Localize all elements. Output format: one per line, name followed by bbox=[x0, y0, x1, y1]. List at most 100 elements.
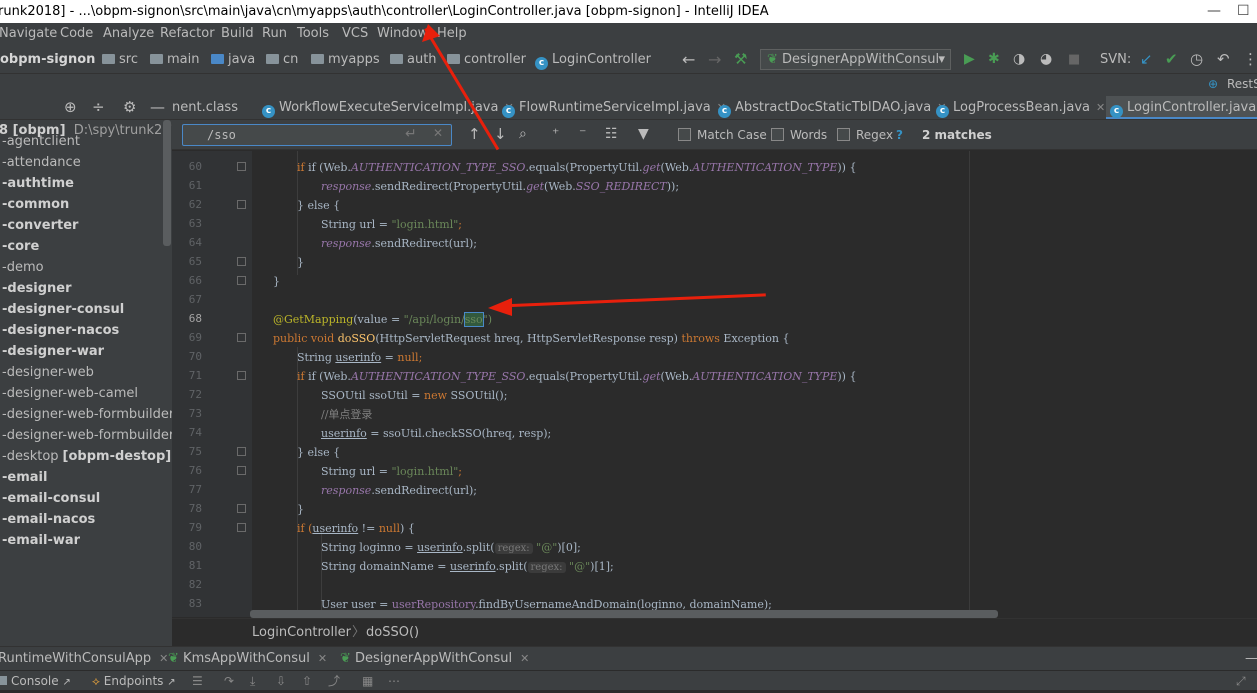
select-all-icon[interactable]: ☷ bbox=[605, 126, 618, 142]
debug-icon[interactable]: ✱ bbox=[988, 45, 1000, 74]
module-item[interactable]: -attendance bbox=[2, 155, 81, 170]
menu-lines-icon[interactable]: ☰ bbox=[192, 671, 203, 691]
tab-login-controller[interactable]: c LoginController.java bbox=[1106, 96, 1257, 119]
tab-log-process[interactable]: c LogProcessBean.java ✕ bbox=[932, 96, 1105, 119]
menu-build[interactable]: Build bbox=[221, 23, 254, 45]
scroll-down-icon[interactable]: ⤓ bbox=[250, 671, 255, 691]
revert-icon[interactable]: ↶ bbox=[1217, 45, 1230, 74]
clear-icon[interactable]: ✕ bbox=[433, 126, 443, 140]
fold-icon[interactable] bbox=[237, 257, 246, 266]
module-item[interactable]: -email-consul bbox=[2, 491, 100, 506]
expand-icon[interactable]: ⤢ bbox=[1236, 671, 1246, 691]
upload-icon[interactable]: ⇧ bbox=[302, 671, 312, 691]
gear-icon[interactable]: ⚙ bbox=[123, 98, 136, 116]
nav-crumb-file[interactable]: c LoginController bbox=[535, 45, 651, 74]
tab-nent-class[interactable]: nent.class bbox=[172, 96, 256, 119]
fold-icon[interactable] bbox=[237, 447, 246, 456]
minimize-panel-icon[interactable]: — bbox=[1245, 647, 1257, 671]
settings-icon[interactable]: ⋯ bbox=[388, 671, 400, 691]
tab-abstract-doc[interactable]: cAbstractDocStaticTblDAO.java✕ bbox=[714, 96, 946, 119]
module-item[interactable]: -demo bbox=[2, 260, 44, 275]
nav-crumb-myapps[interactable]: myapps bbox=[311, 45, 380, 74]
module-item[interactable]: -converter bbox=[2, 218, 78, 233]
breadcrumb-class[interactable]: LoginController bbox=[252, 619, 351, 647]
nav-crumb-cn[interactable]: cn bbox=[266, 45, 298, 74]
module-item[interactable]: -designer-web bbox=[2, 365, 94, 380]
module-item[interactable]: -designer-web-formbuilder2 bbox=[2, 428, 172, 443]
svn-commit-icon[interactable]: ✔ bbox=[1165, 45, 1178, 74]
menu-refactor[interactable]: Refactor bbox=[160, 23, 215, 45]
build-hammer-icon[interactable]: ⚒ bbox=[734, 45, 747, 74]
sidebar-scrollbar[interactable] bbox=[163, 120, 171, 246]
table-icon[interactable]: ▦ bbox=[362, 671, 373, 691]
fold-icon[interactable] bbox=[237, 504, 246, 513]
match-case-checkbox[interactable] bbox=[678, 128, 691, 141]
regex-help-link[interactable]: ? bbox=[896, 128, 903, 142]
soft-wrap-icon[interactable]: ⤴ bbox=[328, 671, 340, 691]
coverage-icon[interactable]: ◑ bbox=[1013, 45, 1025, 74]
back-arrow-icon[interactable]: ← bbox=[682, 45, 695, 74]
fold-icon[interactable] bbox=[237, 466, 246, 475]
menu-tools[interactable]: Tools bbox=[297, 23, 329, 45]
module-item[interactable]: -core bbox=[2, 239, 39, 254]
menu-code[interactable]: Code bbox=[60, 23, 93, 45]
nav-crumb-controller[interactable]: controller bbox=[447, 45, 526, 74]
svn-update-icon[interactable]: ↙ bbox=[1140, 45, 1153, 74]
menu-navigate[interactable]: Navigate bbox=[0, 23, 57, 45]
filter-icon[interactable]: ▼ bbox=[638, 126, 649, 142]
module-item[interactable]: -agentclient bbox=[2, 134, 80, 149]
menu-run[interactable]: Run bbox=[262, 23, 287, 45]
collapse-icon[interactable]: ÷ bbox=[92, 98, 105, 116]
forward-arrow-icon[interactable]: → bbox=[708, 45, 721, 74]
module-item[interactable]: -designer-web-formbuilder bbox=[2, 407, 172, 422]
run-tab-runtime[interactable]: RuntimeWithConsulApp ✕ bbox=[0, 647, 168, 671]
add-selection-icon[interactable]: ⁺ bbox=[552, 126, 559, 142]
module-item[interactable]: -designer-war bbox=[2, 344, 104, 359]
maximize-icon[interactable]: ☐ bbox=[1237, 0, 1250, 23]
module-item[interactable]: -common bbox=[2, 197, 69, 212]
more-icon[interactable]: ⋮ bbox=[1243, 45, 1257, 74]
fold-icon[interactable] bbox=[237, 371, 246, 380]
words-label[interactable]: Words bbox=[790, 128, 827, 142]
nav-project[interactable]: obpm-signon bbox=[0, 45, 95, 74]
history-icon[interactable]: ◷ bbox=[1190, 45, 1203, 74]
find-all-icon[interactable]: ⌕ bbox=[519, 126, 527, 142]
fold-icon[interactable] bbox=[237, 523, 246, 532]
rest-services-icon[interactable]: ⊕ bbox=[1208, 77, 1218, 91]
run-tab-designer[interactable]: ❦ DesignerAppWithConsul ✕ bbox=[340, 647, 529, 671]
module-item[interactable]: -email-war bbox=[2, 533, 80, 548]
breadcrumb-method[interactable]: doSSO() bbox=[366, 619, 419, 647]
stop-icon[interactable]: ■ bbox=[1068, 45, 1080, 74]
nav-crumb-java[interactable]: java bbox=[211, 45, 255, 74]
module-item[interactable]: -designer-web-camel bbox=[2, 386, 138, 401]
words-checkbox[interactable] bbox=[771, 128, 784, 141]
fold-icon[interactable] bbox=[237, 276, 246, 285]
locate-icon[interactable]: ⊕ bbox=[64, 98, 77, 116]
restart-icon[interactable]: ↷ bbox=[224, 671, 234, 691]
close-icon[interactable]: ✕ bbox=[1096, 101, 1105, 114]
download-icon[interactable]: ⇩ bbox=[276, 671, 286, 691]
tab-flow-runtime[interactable]: cFlowRuntimeServiceImpl.java✕ bbox=[498, 96, 726, 119]
nav-crumb-src[interactable]: src bbox=[102, 45, 138, 74]
profile-icon[interactable]: ◕ bbox=[1040, 45, 1052, 74]
module-item[interactable]: -email-nacos bbox=[2, 512, 95, 527]
minimize-icon[interactable]: — bbox=[1207, 0, 1221, 23]
nav-crumb-main[interactable]: main bbox=[150, 45, 199, 74]
module-item[interactable]: -designer bbox=[2, 281, 72, 296]
fold-icon[interactable] bbox=[237, 333, 246, 342]
module-item[interactable]: -authtime bbox=[2, 176, 74, 191]
remove-selection-icon[interactable]: ⁻ bbox=[579, 126, 586, 142]
match-case-label[interactable]: Match Case bbox=[697, 128, 767, 142]
rest-services-tab[interactable]: RestSe bbox=[1227, 77, 1257, 91]
fold-icon[interactable] bbox=[237, 162, 246, 171]
next-match-icon[interactable]: ↓ bbox=[494, 125, 507, 143]
menu-analyze[interactable]: Analyze bbox=[103, 23, 154, 45]
run-config-select[interactable]: ❦ DesignerAppWithConsul ▾ bbox=[760, 49, 951, 70]
hide-icon[interactable]: — bbox=[150, 98, 165, 116]
module-item[interactable]: -designer-nacos bbox=[2, 323, 119, 338]
tab-workflow-execute[interactable]: cWorkflowExecuteServiceImpl.java✕ bbox=[258, 96, 514, 119]
run-icon[interactable]: ▶ bbox=[964, 45, 975, 74]
module-item[interactable]: -email bbox=[2, 470, 47, 485]
module-item[interactable]: -designer-consul bbox=[2, 302, 124, 317]
module-item[interactable]: -desktop [obpm-destop] bbox=[2, 449, 171, 464]
